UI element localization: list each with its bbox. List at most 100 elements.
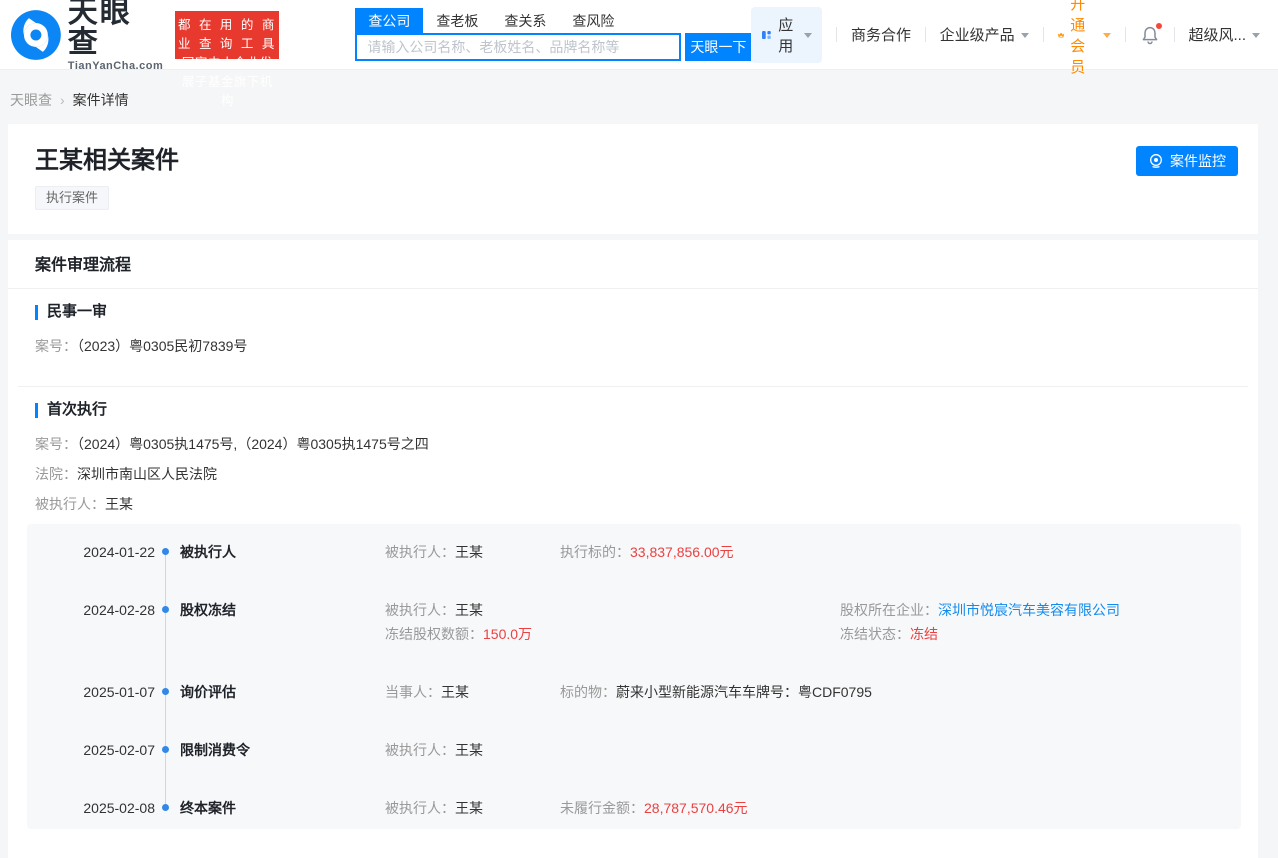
breadcrumb-home-link[interactable]: 天眼查 [10,90,52,110]
search-tab-relation[interactable]: 查关系 [491,8,559,33]
search-tabs: 查公司 查老板 查关系 查风险 [355,8,751,33]
menu-item-enterprise[interactable]: 企业级产品 [940,24,1029,45]
timeline-row: 2025-02-07 限制消费令 被执行人：王某 [27,740,1241,760]
search-module: 查公司 查老板 查关系 查风险 天眼一下 [355,8,752,61]
timeline-date: 2025-02-08 [83,800,155,816]
field-value: （2023）粤0305民初7839号 [77,338,248,354]
timeline-field: 当事人：王某 [385,682,540,702]
case-monitor-label: 案件监控 [1170,153,1226,169]
timeline-fields: 被执行人：王某 [381,740,1241,760]
field-label: 执行标的： [560,544,630,560]
notification-badge-dot [1154,21,1163,30]
timeline-dot [162,688,169,695]
timeline-field: 股权所在企业：深圳市悦宸汽车美容有限公司 [840,600,1120,620]
vip-label: 开通会员 [1070,0,1086,76]
menu-separator [1042,27,1044,42]
timeline-field: 被执行人：王某 [385,740,483,760]
notifications-button[interactable] [1140,21,1163,45]
promo-line1: 都 在 用 的 商 业 查 询 工 具 [177,17,277,51]
case-field-row: 案号：（2024）粤0305执1475号,（2024）粤0305执1475号之四 [35,434,1231,454]
stage-marker-bar [35,304,38,320]
super-risk-label: 超级风... [1188,27,1247,44]
menu-item-vip[interactable]: 开通会员 [1057,0,1112,77]
search-tab-company[interactable]: 查公司 [355,8,424,33]
search-button[interactable]: 天眼一下 [685,33,752,61]
company-link[interactable]: 深圳市悦宸汽车美容有限公司 [938,602,1120,618]
field-value: 王某 [455,544,483,560]
field-value: 王某 [105,496,133,512]
search-tab-risk[interactable]: 查风险 [559,8,627,33]
field-label: 案号： [35,436,77,452]
stage-title: 首次执行 [47,401,108,418]
top-menu: 应用 商务合作 企业级产品 开通会员 超级风... [751,0,1261,77]
stage-fields: 案号：（2023）粤0305民初7839号 [35,336,1231,356]
case-flow-card: 案件审理流程 民事一审 案号：（2023）粤0305民初7839号 首次执行 案号：（… [8,240,1258,858]
timeline-date: 2024-01-22 [83,544,155,560]
field-label: 冻结股权数额： [385,626,483,642]
timeline-field-line: 被执行人：王某 股权所在企业：深圳市悦宸汽车美容有限公司 [385,600,1241,620]
app-grid-icon [762,30,772,39]
field-value: 王某 [455,602,483,618]
timeline-field-line: 冻结股权数额：150.0万 冻结状态：冻结 [385,624,1241,644]
field-value: 王某 [455,742,483,758]
breadcrumb-separator: › [60,92,65,108]
case-type-tag: 执行案件 [35,186,110,210]
field-value: 王某 [455,800,483,816]
timeline-field-line: 被执行人：王某 执行标的：33,837,856.00元 [385,542,1241,562]
timeline-dot-cell [155,798,176,811]
timeline-dot [162,746,169,753]
case-field-row: 被执行人：王某 [35,494,1231,514]
timeline-event-name: 终本案件 [180,800,236,816]
divider [18,386,1248,387]
timeline-field-line: 当事人：王某 标的物：蔚来小型新能源汽车车牌号：粤CDF0795 [385,682,1241,702]
enterprise-label: 企业级产品 [939,27,1015,44]
divider [8,288,1258,289]
case-monitor-button[interactable]: 案件监控 [1136,146,1238,176]
search-input[interactable] [355,33,682,61]
menu-separator [836,27,837,42]
timeline-field: 被执行人：王某 [385,542,540,562]
timeline-field: 冻结股权数额：150.0万 [385,624,820,644]
timeline-event-name: 股权冻结 [180,602,236,618]
timeline-date: 2025-01-07 [83,684,155,700]
timeline-dot-cell [155,542,176,555]
menu-separator [1125,27,1126,42]
chevron-down-icon [1103,33,1112,38]
field-label: 被执行人： [35,496,105,512]
top-header: 天眼查 TianYanCha.com 都 在 用 的 商 业 查 询 工 具 国… [0,0,1278,108]
breadcrumb-current: 案件详情 [72,92,129,108]
apps-menu[interactable]: 应用 [751,6,823,63]
stage-title: 民事一审 [47,303,108,320]
search-tab-boss[interactable]: 查老板 [423,8,491,33]
field-label: 未履行金额： [560,800,644,816]
field-label: 被执行人： [385,544,455,560]
promo-line2: 国家中小企业发展子基金旗下机构 [181,55,273,108]
field-label: 冻结状态： [840,626,910,642]
stage-fields: 案号：（2024）粤0305执1475号,（2024）粤0305执1475号之四… [35,434,1231,514]
field-label: 被执行人： [385,742,455,758]
case-field-row: 法院：深圳市南山区人民法院 [35,464,1231,484]
timeline-event-name: 限制消费令 [180,742,250,758]
section-title-case-flow: 案件审理流程 [35,257,132,274]
field-label: 案号： [35,338,77,354]
menu-item-business[interactable]: 商务合作 [851,24,911,45]
field-value: 冻结 [910,626,938,642]
field-label: 股权所在企业： [840,602,938,618]
menu-item-super-risk[interactable]: 超级风... [1189,24,1261,45]
case-stage: 首次执行案号：（2024）粤0305执1475号,（2024）粤0305执147… [8,400,1258,514]
timeline-field-line: 被执行人：王某 未履行金额：28,787,570.46元 [385,798,1241,818]
tianyancha-logo[interactable]: 天眼查 TianYanCha.com [10,0,163,72]
timeline-field-line: 被执行人：王某 [385,740,1241,760]
timeline-dot-cell [155,740,176,753]
field-label: 法院： [35,466,77,482]
stage-marker-bar [35,402,38,418]
vip-crown-icon [1058,32,1065,38]
timeline-fields: 被执行人：王某 未履行金额：28,787,570.46元 [381,798,1241,818]
timeline: 2024-01-22 被执行人 被执行人：王某 执行标的：33,837,856.00元… [27,524,1241,829]
field-label: 当事人： [385,684,441,700]
logo-domain: TianYanCha.com [67,59,164,72]
timeline-dot-cell [155,600,176,613]
promo-banner: 都 在 用 的 商 业 查 询 工 具 国家中小企业发展子基金旗下机构 [175,10,280,108]
menu-separator [925,27,926,42]
timeline-field: 冻结状态：冻结 [840,624,938,644]
